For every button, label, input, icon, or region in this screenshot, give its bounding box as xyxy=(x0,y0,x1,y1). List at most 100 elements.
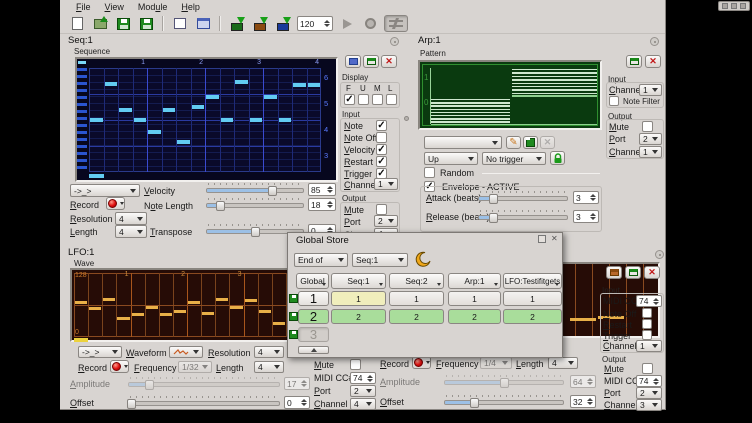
lfo-record-button[interactable] xyxy=(110,360,129,373)
lfo-wave-step[interactable] xyxy=(245,299,257,302)
store-row-save-icon[interactable] xyxy=(289,294,298,303)
lfo2-frequency-select[interactable]: 1/4 xyxy=(480,357,512,369)
lfo-frequency-select[interactable]: 1/32 xyxy=(178,361,212,373)
lfo-wave-step[interactable] xyxy=(89,307,101,310)
tempo-spinbox[interactable]: 120 xyxy=(297,16,333,31)
release-slider[interactable] xyxy=(478,210,568,223)
random-checkbox[interactable] xyxy=(424,167,435,178)
seq-note-bar[interactable] xyxy=(279,118,292,122)
pattern-preset-select[interactable] xyxy=(424,136,502,149)
lfo2-in-channel-select[interactable]: 1 xyxy=(636,340,662,352)
seq-note-bar[interactable] xyxy=(206,95,219,99)
restart-checkbox[interactable] xyxy=(376,156,387,167)
add-arp-button[interactable] xyxy=(228,16,246,32)
note-length-slider[interactable] xyxy=(206,198,304,211)
store-cell[interactable]: 2 xyxy=(389,309,444,324)
arp-port-select[interactable]: 2 xyxy=(639,133,662,145)
store-column-lfo[interactable]: LFO:Testifitgets xyxy=(503,273,562,289)
lfo-wave-step[interactable] xyxy=(103,298,115,301)
lfo-wave-step[interactable] xyxy=(132,313,144,316)
velocity-spinbox[interactable]: 85 xyxy=(308,183,336,196)
store-row-save-icon[interactable] xyxy=(289,330,298,339)
arp-latch-button[interactable] xyxy=(550,151,565,165)
seq-length-select[interactable]: 4 xyxy=(115,225,147,238)
display-mid-checkbox[interactable] xyxy=(372,94,383,105)
seq-note-bar[interactable] xyxy=(293,83,306,87)
seq-clone-button[interactable] xyxy=(345,55,361,68)
seq-note-bar[interactable] xyxy=(163,108,176,112)
seq-rename-button[interactable] xyxy=(363,55,379,68)
store-column-seq1[interactable]: Seq:1 xyxy=(331,273,386,289)
splitter-handle[interactable] xyxy=(404,116,409,121)
lfo2-clone-button[interactable] xyxy=(606,266,622,279)
note-filter-checkbox[interactable] xyxy=(609,96,619,106)
wm-close-icon[interactable] xyxy=(740,3,746,9)
store-cell[interactable]: 1 xyxy=(448,291,501,306)
lfo2-amplitude-slider[interactable] xyxy=(444,375,564,388)
lfo2-cc-spinbox[interactable]: 74 xyxy=(636,375,662,387)
lfo-amplitude-spinbox[interactable]: 17 xyxy=(284,377,310,390)
seq-port-select[interactable]: 2 xyxy=(374,215,398,227)
lfo2-amplitude-spinbox[interactable]: 64 xyxy=(570,375,596,388)
play-button[interactable] xyxy=(338,16,356,32)
lfo-amplitude-slider[interactable] xyxy=(128,377,280,390)
arp-delete-button[interactable]: ✕ xyxy=(645,55,661,68)
seq-note-bar[interactable] xyxy=(148,130,161,134)
lfo2-length-select[interactable]: 4 xyxy=(548,357,578,369)
lfo-wave-step[interactable] xyxy=(174,310,186,313)
store-cell[interactable]: 2 xyxy=(503,309,562,324)
note-checkbox[interactable] xyxy=(376,120,387,131)
store-column-global[interactable]: Global xyxy=(296,273,329,289)
arp-trigger-select[interactable]: No trigger xyxy=(482,152,546,165)
waveform-select[interactable] xyxy=(169,346,203,358)
seq-note-bar[interactable] xyxy=(134,118,147,122)
lfo-wave-step[interactable] xyxy=(202,312,214,315)
lfo2-restart-checkbox[interactable] xyxy=(642,319,652,329)
note-off-checkbox[interactable] xyxy=(376,132,387,143)
lfo2-note-off-checkbox[interactable] xyxy=(642,308,652,318)
seq-float-button[interactable] xyxy=(390,37,399,46)
velocity-checkbox[interactable] xyxy=(376,144,387,155)
seq-delete-button[interactable]: ✕ xyxy=(381,55,397,68)
pattern-store-button[interactable] xyxy=(523,136,538,149)
new-window-button[interactable] xyxy=(171,16,189,32)
lfo-mute-checkbox[interactable] xyxy=(350,359,361,370)
lfo-offset-slider[interactable] xyxy=(128,396,280,409)
lfo-wave-step[interactable] xyxy=(273,322,285,325)
lfo2-mute-checkbox[interactable] xyxy=(642,363,653,374)
lfo-cc-spinbox[interactable]: 74 xyxy=(350,372,376,384)
arp-direction-select[interactable]: Up xyxy=(424,152,478,165)
arp-mute-checkbox[interactable] xyxy=(642,121,653,132)
seq-note-bar[interactable] xyxy=(90,118,103,122)
wm-maximize-icon[interactable] xyxy=(731,3,737,9)
store-switch-module-select[interactable]: Seq:1 xyxy=(352,253,408,267)
event-log-button[interactable] xyxy=(194,16,212,32)
arp-float-button[interactable] xyxy=(650,37,659,46)
save-as-button[interactable] xyxy=(137,16,155,32)
save-button[interactable] xyxy=(114,16,132,32)
lfo2-offset-slider[interactable] xyxy=(444,395,564,408)
store-row-2-button[interactable]: 2 xyxy=(298,309,329,324)
lfo-wave-step[interactable] xyxy=(216,298,228,301)
store-cell[interactable]: 2 xyxy=(448,309,501,324)
store-row-3-button[interactable]: 3 xyxy=(298,327,329,342)
new-file-button[interactable] xyxy=(68,16,86,32)
seq-note-bar[interactable] xyxy=(221,118,234,122)
pattern-delete-button[interactable]: ✕ xyxy=(540,136,555,149)
store-collapse-button[interactable] xyxy=(298,346,329,354)
lfo-loop-mode-select[interactable]: ->_> xyxy=(78,346,122,358)
tempo-spin-arrows[interactable] xyxy=(324,20,330,27)
midi-clock-button[interactable] xyxy=(361,16,379,32)
menu-view[interactable]: View xyxy=(99,1,130,13)
lfo-resolution-select[interactable]: 4 xyxy=(254,346,284,358)
pattern-display[interactable]: 10 xyxy=(418,60,602,130)
wave-display[interactable]: 12341280 xyxy=(70,268,302,342)
add-seq-button[interactable] xyxy=(274,16,292,32)
open-file-button[interactable] xyxy=(91,16,109,32)
menu-file[interactable]: File xyxy=(70,1,97,13)
note-length-spinbox[interactable]: 18 xyxy=(308,198,336,211)
dialog-float-icon[interactable] xyxy=(538,235,546,243)
store-row-1-button[interactable]: 1 xyxy=(298,291,329,306)
attack-slider[interactable] xyxy=(478,191,568,204)
lfo-wave-step[interactable] xyxy=(117,317,129,320)
